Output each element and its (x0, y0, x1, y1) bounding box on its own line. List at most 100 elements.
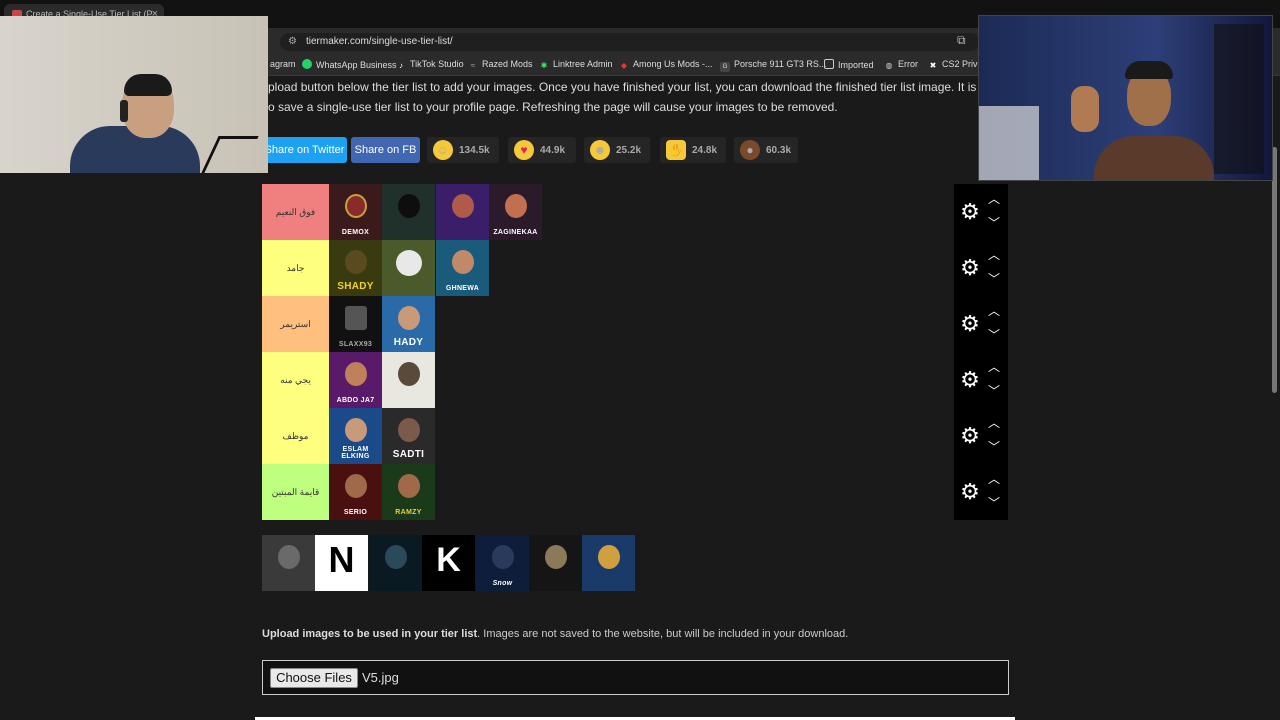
chevron-down-icon[interactable]: ﹀ (986, 328, 1002, 342)
share-page-icon[interactable]: ⧉ (957, 33, 966, 48)
heart-eyes-emoji-icon: ♥ (514, 140, 534, 160)
tier-drop-zone[interactable]: SLAXX93 HADY (329, 296, 954, 352)
razed-icon: ≈ (470, 61, 476, 70)
bookmark-among-us[interactable]: ◆ Among Us Mods -... (619, 59, 713, 71)
tier-item[interactable]: HADY (382, 296, 435, 352)
gear-icon[interactable]: ⚙ (958, 424, 982, 448)
reaction-poop[interactable]: ● 60.3k (734, 137, 798, 163)
tier-row: قايمة المبتين SERIO RAMZY ⚙ ︿ ﹀ (262, 464, 1008, 520)
tier-row: جامد SHADY GHNEWA ⚙ ︿ ﹀ (262, 240, 1008, 296)
url-text: tiermaker.com/single-use-tier-list/ (306, 36, 453, 47)
reaction-heart-eyes[interactable]: ♥ 44.9k (508, 137, 576, 163)
tier-row: فوق النعيم DEMOX ZAGINEKAA ⚙ ︿ ﹀ (262, 184, 1008, 240)
site-info-icon[interactable]: ⚙ (288, 36, 297, 47)
gear-icon[interactable]: ⚙ (958, 480, 982, 504)
tier-drop-zone[interactable]: DEMOX ZAGINEKAA (329, 184, 954, 240)
pool-item[interactable]: N (315, 535, 368, 591)
tier-controls: ⚙ ︿ ﹀ (954, 464, 1008, 520)
gear-icon[interactable]: ⚙ (958, 200, 982, 224)
bookmark-tiktok-studio[interactable]: ♪ TikTok Studio (396, 59, 464, 71)
selected-file-name: V5.jpg (362, 670, 399, 685)
share-twitter-button[interactable]: Share on Twitter (262, 137, 347, 163)
bookmark-whatsapp-business[interactable]: WhatsApp Business (302, 59, 397, 70)
tier-item[interactable]: SLAXX93 (329, 296, 382, 352)
tier-label[interactable]: جامد (262, 240, 329, 296)
chevron-down-icon[interactable]: ﹀ (986, 216, 1002, 230)
tier-label[interactable]: يجي منه (262, 352, 329, 408)
chevron-up-icon[interactable]: ︿ (986, 248, 1002, 262)
pool-item[interactable] (529, 535, 582, 591)
tier-item[interactable] (382, 184, 435, 240)
chevron-down-icon[interactable]: ﹀ (986, 440, 1002, 454)
pool-item[interactable]: Snow (476, 535, 529, 591)
bookmark-instagram[interactable]: agram (270, 59, 296, 69)
tier-row: يجي منه ABDO JA7 ⚙ ︿ ﹀ (262, 352, 1008, 408)
laugh-emoji-icon: ☻ (590, 140, 610, 160)
chevron-up-icon[interactable]: ︿ (986, 304, 1002, 318)
chevron-up-icon[interactable]: ︿ (986, 192, 1002, 206)
image-pool[interactable]: N K Snow (262, 535, 642, 591)
tier-item[interactable]: GHNEWA (436, 240, 489, 296)
linktree-icon: ✱ (540, 61, 548, 70)
reaction-laugh[interactable]: ☻ 25.2k (584, 137, 650, 163)
choose-files-button[interactable]: Choose Files (270, 668, 358, 688)
whatsapp-icon (302, 59, 312, 69)
bookmark-porsche[interactable]: G Porsche 911 GT3 RS... (720, 59, 826, 72)
tier-item[interactable]: DEMOX (329, 184, 382, 240)
file-upload-field[interactable]: Choose Files V5.jpg (262, 660, 1009, 695)
pool-item[interactable] (582, 535, 635, 591)
reaction-smile[interactable]: ☺ 134.5k (427, 137, 499, 163)
globe-icon: ◍ (885, 61, 893, 70)
tier-drop-zone[interactable]: SHADY GHNEWA (329, 240, 954, 296)
page-scrollbar[interactable] (1272, 147, 1277, 393)
chevron-up-icon[interactable]: ︿ (986, 416, 1002, 430)
tier-item[interactable] (382, 352, 435, 408)
tier-controls: ⚙ ︿ ﹀ (954, 240, 1008, 296)
tier-item[interactable] (436, 184, 489, 240)
tier-label[interactable]: موظف (262, 408, 329, 464)
pool-item[interactable] (262, 535, 315, 591)
gear-icon[interactable]: ⚙ (958, 312, 982, 336)
bookmark-linktree[interactable]: ✱ Linktree Admin (539, 59, 613, 71)
tier-item[interactable] (382, 240, 435, 296)
tier-item[interactable]: ABDO JA7 (329, 352, 382, 408)
bookmark-razed-mods[interactable]: ≈ Razed Mods (468, 59, 533, 71)
bookmark-imported[interactable]: Imported (824, 59, 874, 70)
tier-item[interactable]: RAMZY (382, 464, 435, 520)
tier-label[interactable]: قايمة المبتين (262, 464, 329, 520)
tiktok-icon: ♪ (399, 61, 403, 70)
tier-item[interactable]: ZAGINEKAA (489, 184, 542, 240)
webcam-overlay-left (0, 16, 268, 173)
tier-list: فوق النعيم DEMOX ZAGINEKAA ⚙ ︿ ﹀ جامد SH… (262, 184, 1008, 521)
tier-item[interactable]: ESLAM ELKING (329, 408, 382, 464)
porsche-icon: G (720, 62, 730, 72)
chevron-down-icon[interactable]: ﹀ (986, 384, 1002, 398)
chevron-up-icon[interactable]: ︿ (986, 472, 1002, 486)
reaction-raised-hands[interactable]: ✋ 24.8k (660, 137, 726, 163)
tier-label[interactable]: استريمر (262, 296, 329, 352)
pool-item[interactable]: K (422, 535, 475, 591)
tier-item[interactable]: SERIO (329, 464, 382, 520)
tier-controls: ⚙ ︿ ﹀ (954, 408, 1008, 464)
tier-drop-zone[interactable]: ABDO JA7 (329, 352, 954, 408)
pool-item[interactable] (369, 535, 422, 591)
chevron-down-icon[interactable]: ﹀ (986, 496, 1002, 510)
tier-item[interactable]: SHADY (329, 240, 382, 296)
chevron-down-icon[interactable]: ﹀ (986, 272, 1002, 286)
poop-emoji-icon: ● (740, 140, 760, 160)
tier-label[interactable]: فوق النعيم (262, 184, 329, 240)
gear-icon[interactable]: ⚙ (958, 368, 982, 392)
cs2-icon: ✖ (929, 61, 937, 70)
tier-controls: ⚙ ︿ ﹀ (954, 352, 1008, 408)
gear-icon[interactable]: ⚙ (958, 256, 982, 280)
bookmark-error[interactable]: ◍ Error (884, 59, 919, 71)
intro-text: pload button below the tier list to add … (268, 80, 1020, 114)
url-field[interactable]: ⚙ tiermaker.com/single-use-tier-list/ (280, 33, 980, 51)
tier-drop-zone[interactable]: ESLAM ELKING SADTI (329, 408, 954, 464)
bookmark-cs2[interactable]: ✖ CS2 Privat (928, 59, 985, 71)
share-facebook-button[interactable]: Share on FB (351, 137, 420, 163)
chevron-up-icon[interactable]: ︿ (986, 360, 1002, 374)
tier-item[interactable]: SADTI (382, 408, 435, 464)
tier-drop-zone[interactable]: SERIO RAMZY (329, 464, 954, 520)
upload-instructions: Upload images to be used in your tier li… (262, 628, 849, 640)
